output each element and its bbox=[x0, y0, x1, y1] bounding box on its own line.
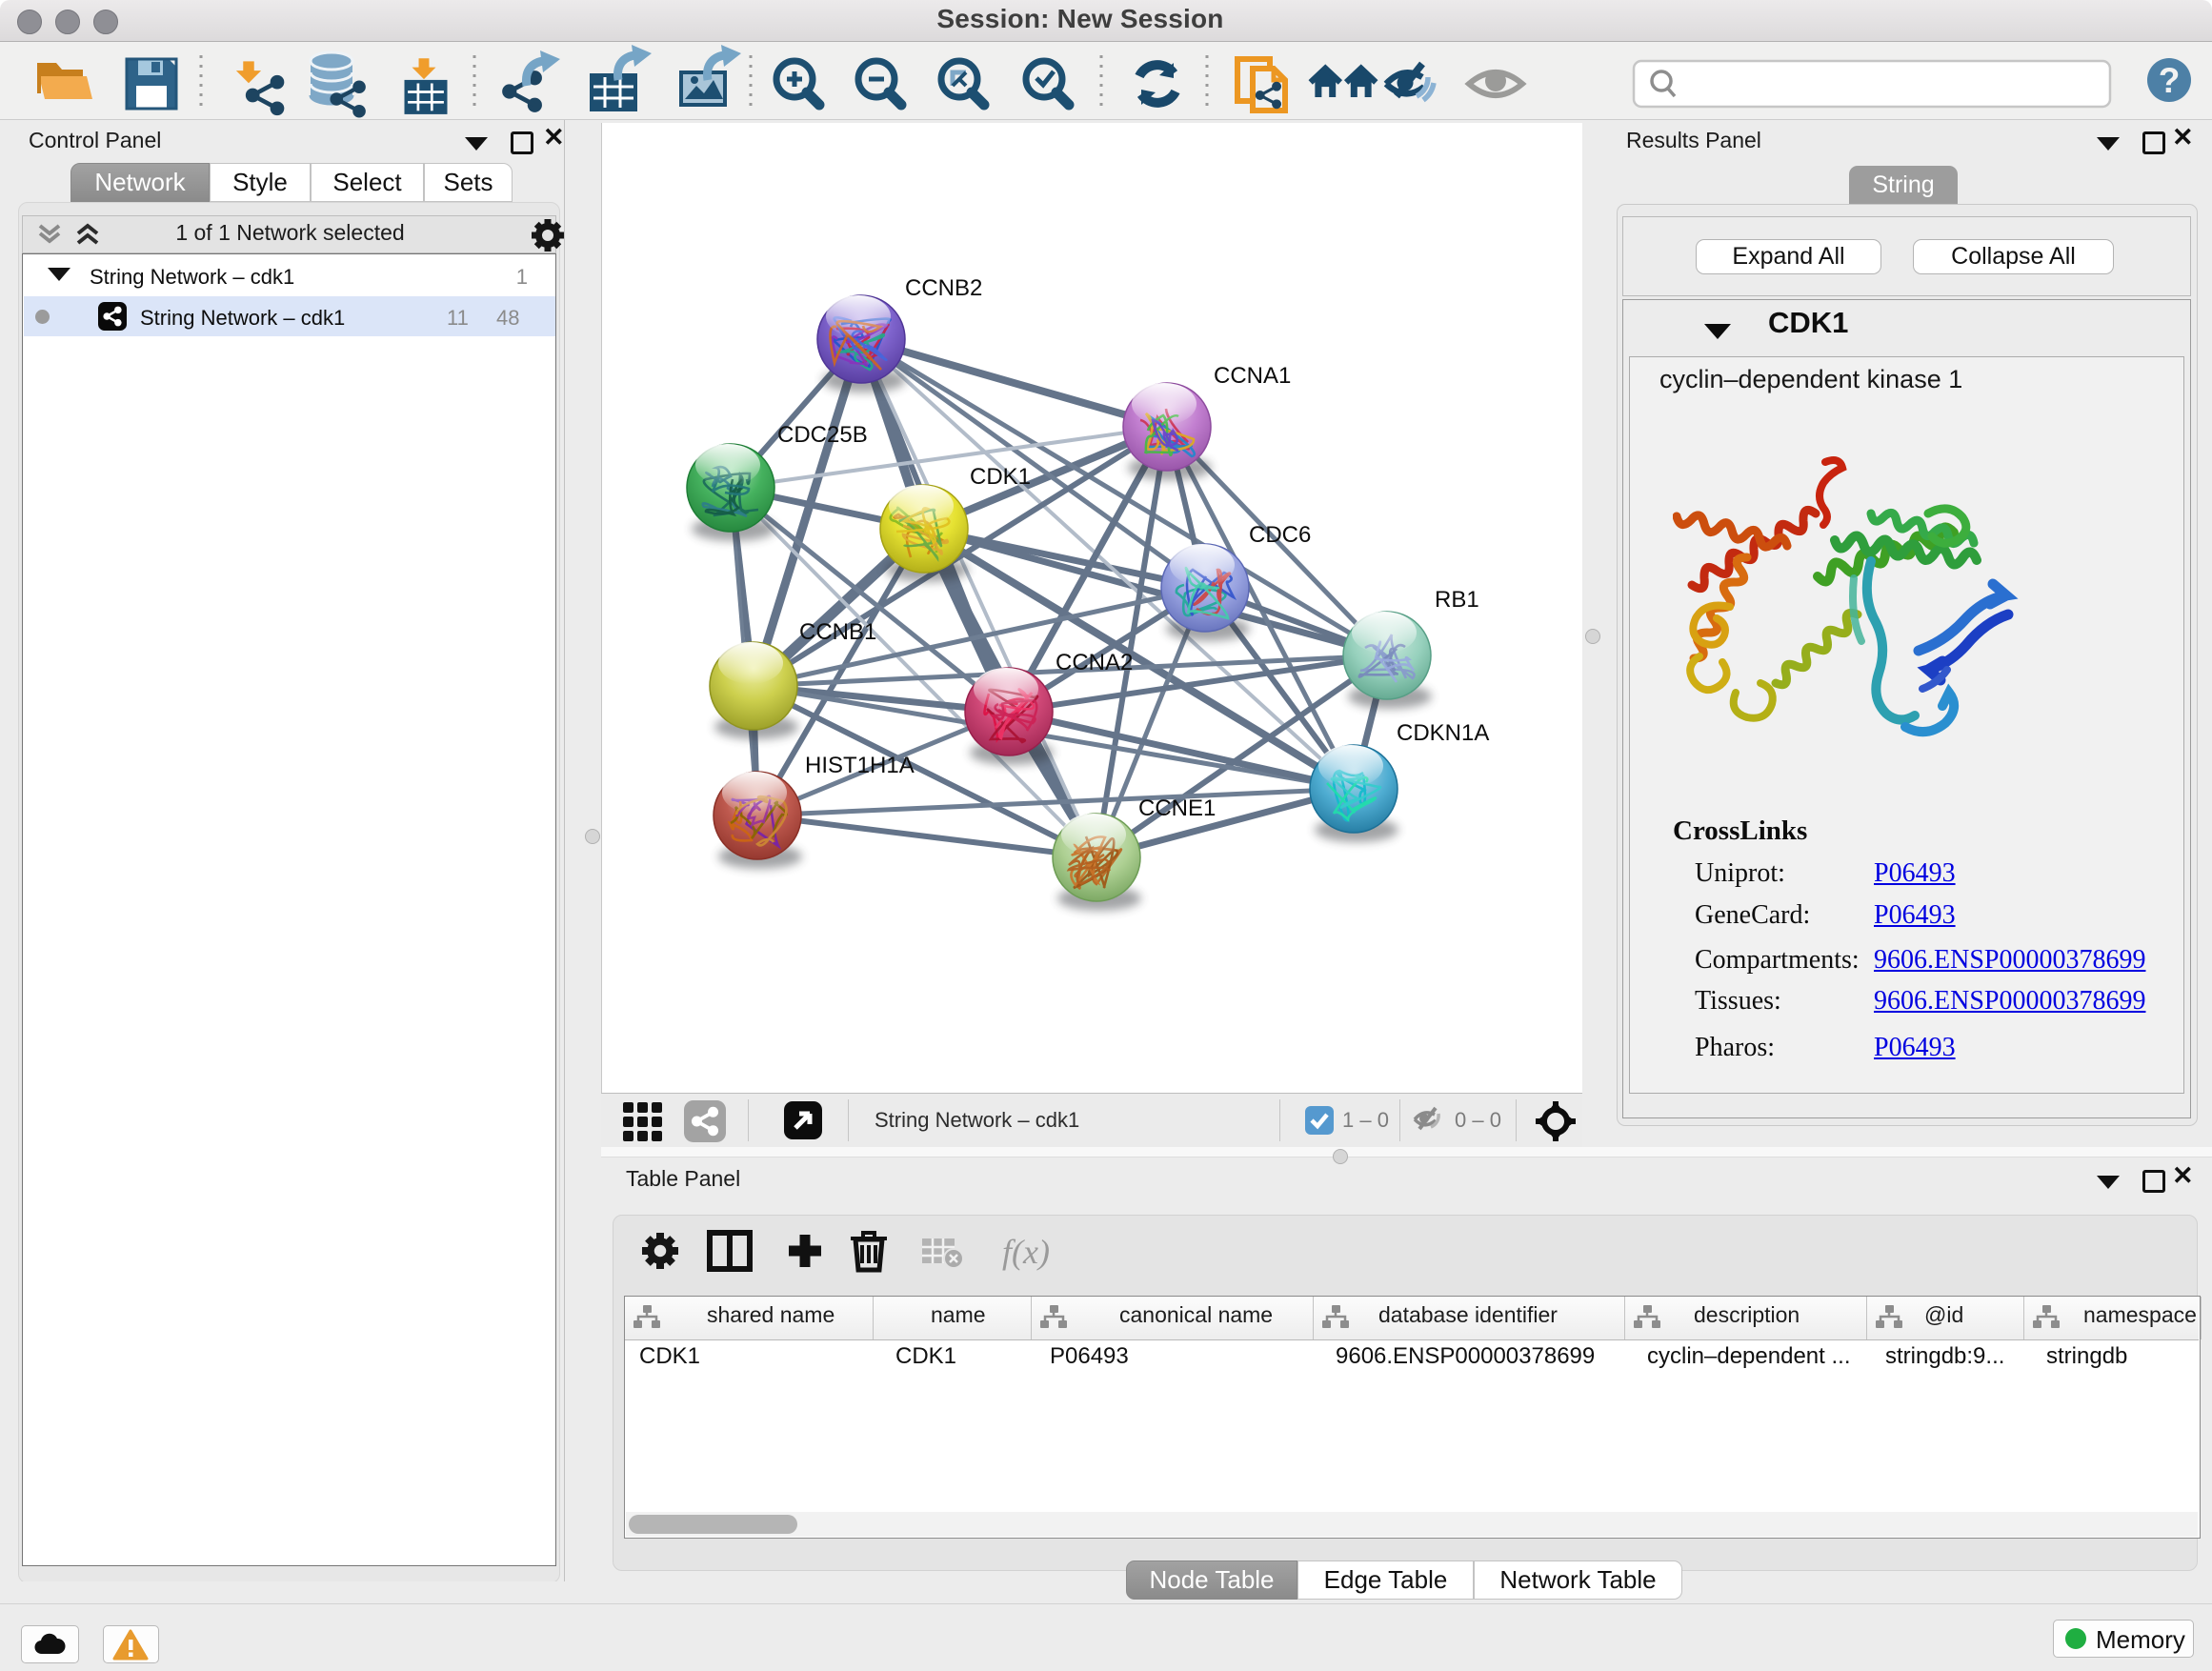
svg-text:RB1: RB1 bbox=[1435, 587, 1479, 613]
svg-text:CDC6: CDC6 bbox=[1249, 522, 1311, 548]
svg-text:HIST1H1A: HIST1H1A bbox=[805, 753, 915, 778]
svg-text:CCNA1: CCNA1 bbox=[1214, 363, 1291, 389]
svg-text:CCNA2: CCNA2 bbox=[1056, 650, 1133, 675]
svg-text:CCNE1: CCNE1 bbox=[1138, 795, 1216, 821]
svg-text:CDC25B: CDC25B bbox=[777, 422, 868, 448]
svg-text:CCNB2: CCNB2 bbox=[905, 275, 982, 301]
svg-text:CDKN1A: CDKN1A bbox=[1397, 720, 1489, 746]
svg-text:?: ? bbox=[2159, 61, 2181, 100]
svg-text:f(x): f(x) bbox=[1002, 1233, 1050, 1271]
svg-text:CDK1: CDK1 bbox=[970, 464, 1031, 490]
svg-text:CCNB1: CCNB1 bbox=[799, 619, 876, 645]
